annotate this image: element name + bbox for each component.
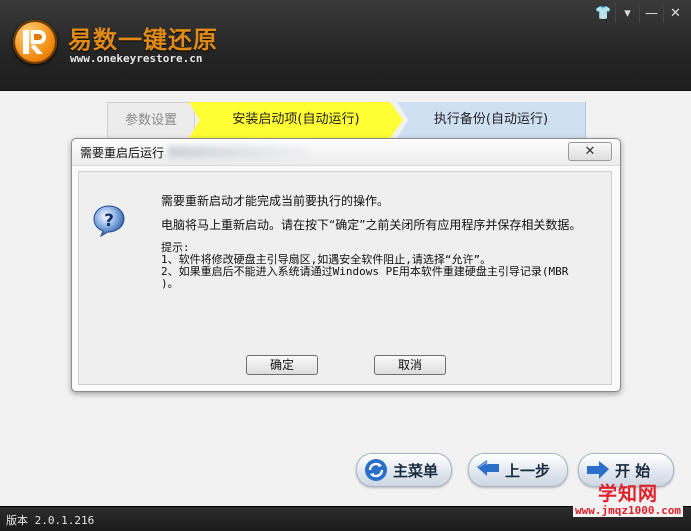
refresh-icon [365, 459, 387, 481]
dialog-tips: 提示: 1、软件将修改硬盘主引导扇区,如遇安全软件阻止,请选择“允许”。 2、如… [161, 242, 601, 290]
back-arrow-icon [477, 460, 499, 476]
version-label: 版本 2.0.1.216 [6, 514, 95, 527]
app-header: 易数一键还原 www.onekeyrestore.cn 👕 ▾ — ✕ [0, 0, 691, 91]
step-parameter-settings: 参数设置 [107, 102, 195, 140]
main-menu-label: 主菜单 [393, 461, 439, 480]
minimize-icon[interactable]: — [639, 3, 663, 23]
step-install-boot-item: 安装启动项(自动运行) [189, 102, 403, 138]
start-label: 开 始 [615, 461, 651, 480]
dialog-title: 需要重启后运行 [80, 146, 165, 160]
step-progress-bar: 参数设置 执行备份(自动运行) 安装启动项(自动运行) [107, 102, 586, 140]
dialog-close-button[interactable]: ✕ [568, 142, 612, 161]
tips-line: )。 [161, 277, 179, 290]
site-watermark: 学知网 www.jmqz1000.com [573, 484, 683, 517]
skin-icon[interactable]: 👕 [592, 3, 615, 23]
tips-line: 2、如果重启后不能进入系统请通过Windows PE用本软件重建硬盘主引导记录(… [161, 265, 569, 278]
dialog-titlebar: 需要重启后运行 ✕ [72, 139, 620, 166]
app-title: 易数一键还原 [68, 26, 218, 54]
dialog-body: ? 需要重新启动才能完成当前要执行的操作。 电脑将马上重新启动。请在按下“确定”… [78, 171, 612, 385]
dialog-title-blurred-text [168, 146, 308, 158]
close-icon[interactable]: ✕ [663, 3, 687, 23]
step-execute-backup: 执行备份(自动运行) [397, 102, 586, 138]
cancel-button[interactable]: 取消 [374, 355, 446, 375]
dialog-message-restart: 需要重新启动才能完成当前要执行的操作。 [161, 194, 390, 208]
start-button[interactable]: 开 始 [578, 453, 674, 487]
watermark-title: 学知网 [598, 483, 659, 505]
menu-icon[interactable]: ▾ [615, 3, 639, 23]
ok-button[interactable]: 确定 [246, 355, 318, 375]
previous-step-button[interactable]: 上一步 [468, 453, 568, 487]
main-menu-button[interactable]: 主菜单 [356, 453, 452, 487]
previous-step-label: 上一步 [505, 461, 551, 480]
app-url: www.onekeyrestore.cn [70, 52, 203, 65]
forward-arrow-icon [587, 461, 609, 479]
window-controls: 👕 ▾ — ✕ [592, 3, 687, 23]
svg-text:?: ? [104, 211, 114, 231]
question-icon: ? [92, 204, 126, 241]
watermark-url: www.jmqz1000.com [573, 504, 683, 517]
app-logo-icon [13, 20, 57, 64]
dialog-message-save-data: 电脑将马上重新启动。请在按下“确定”之前关闭所有应用程序并保存相关数据。 [161, 218, 582, 232]
restart-required-dialog: 需要重启后运行 ✕ ? 需要重新启动才能完成当前要执行的操作。 电脑将马上重新启… [71, 138, 621, 392]
